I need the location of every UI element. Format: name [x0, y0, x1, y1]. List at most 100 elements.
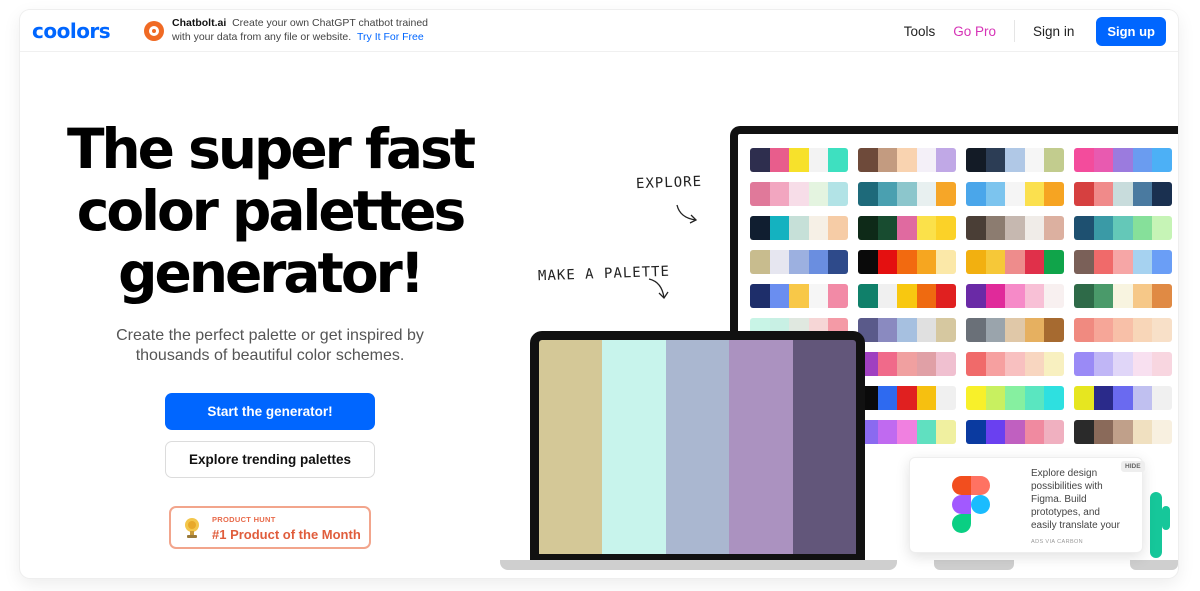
- palette-card[interactable]: [750, 284, 848, 308]
- color-swatch: [1005, 148, 1025, 172]
- color-swatch: [877, 318, 898, 342]
- palette-card[interactable]: [966, 386, 1064, 410]
- hide-ad-button[interactable]: HIDE: [1121, 461, 1145, 472]
- color-swatch: [1024, 250, 1045, 274]
- palette-card[interactable]: [966, 284, 1064, 308]
- color-swatch: [1093, 352, 1114, 376]
- palette-card[interactable]: [1074, 250, 1172, 274]
- nav-ad[interactable]: Chatbolt.ai Create your own ChatGPT chat…: [172, 16, 442, 44]
- color-swatch: [897, 148, 917, 172]
- palette-card[interactable]: [858, 352, 956, 376]
- ad-brand[interactable]: Chatbolt.ai: [172, 17, 226, 29]
- palette-card[interactable]: [1074, 352, 1172, 376]
- color-swatch: [1074, 318, 1094, 342]
- tools-menu[interactable]: Tools: [904, 24, 936, 39]
- sign-up-button[interactable]: Sign up: [1096, 16, 1166, 46]
- explore-trending-button[interactable]: Explore trending palettes: [165, 441, 375, 478]
- color-swatch: [877, 386, 898, 410]
- palette-card[interactable]: [858, 216, 956, 240]
- palette-card[interactable]: [1074, 182, 1172, 206]
- color-swatch: [897, 386, 917, 410]
- carbon-ad-via[interactable]: ADS VIA CARBON: [1031, 539, 1083, 545]
- coolors-logo[interactable]: coolors: [32, 19, 111, 43]
- color-swatch: [1132, 148, 1153, 172]
- device-base: [1130, 560, 1178, 570]
- palette-card[interactable]: [750, 250, 848, 274]
- color-swatch: [1024, 352, 1045, 376]
- palette-card[interactable]: [858, 420, 956, 444]
- color-swatch: [1093, 318, 1114, 342]
- palette-card[interactable]: [858, 318, 956, 342]
- color-swatch: [936, 352, 956, 376]
- sign-in-link[interactable]: Sign in: [1033, 24, 1074, 39]
- figma-logo-icon: [952, 476, 990, 533]
- color-swatch: [769, 148, 790, 172]
- color-swatch: [1093, 386, 1114, 410]
- color-swatch: [1113, 182, 1133, 206]
- palette-card[interactable]: [750, 182, 848, 206]
- color-swatch: [1093, 284, 1114, 308]
- color-swatch: [1024, 386, 1045, 410]
- color-swatch: [1113, 148, 1133, 172]
- color-swatch: [936, 318, 956, 342]
- palette-card[interactable]: [750, 148, 848, 172]
- palette-card[interactable]: [1074, 386, 1172, 410]
- color-swatch: [1024, 420, 1045, 444]
- carbon-ad[interactable]: Explore design possibilities with Figma.…: [909, 457, 1145, 553]
- color-swatch: [750, 216, 770, 240]
- color-swatch: [966, 420, 986, 444]
- color-swatch: [936, 216, 956, 240]
- color-swatch: [858, 148, 878, 172]
- color-swatch: [1152, 182, 1172, 206]
- color-swatch: [1152, 284, 1172, 308]
- palette-card[interactable]: [1074, 420, 1172, 444]
- palette-card[interactable]: [1074, 318, 1172, 342]
- ad-link[interactable]: Try It For Free: [357, 31, 424, 43]
- palette-card[interactable]: [966, 148, 1064, 172]
- color-swatch: [985, 284, 1006, 308]
- palette-card[interactable]: [966, 420, 1064, 444]
- color-swatch: [1005, 386, 1025, 410]
- carbon-ad-text[interactable]: Explore design possibilities with Figma.…: [1031, 467, 1121, 533]
- color-swatch: [1093, 182, 1114, 206]
- color-swatch: [877, 182, 898, 206]
- palette-card[interactable]: [1074, 148, 1172, 172]
- color-swatch: [1093, 216, 1114, 240]
- palette-card[interactable]: [858, 386, 956, 410]
- palette-card[interactable]: [966, 250, 1064, 274]
- product-hunt-badge[interactable]: PRODUCT HUNT #1 Product of the Month: [169, 506, 371, 549]
- color-swatch: [916, 420, 937, 444]
- go-pro-link[interactable]: Go Pro: [953, 24, 996, 39]
- color-swatch: [916, 182, 937, 206]
- palette-card[interactable]: [966, 182, 1064, 206]
- color-swatch: [897, 318, 917, 342]
- palette-card[interactable]: [858, 284, 956, 308]
- palette-card[interactable]: [858, 250, 956, 274]
- palette-card[interactable]: [1074, 284, 1172, 308]
- color-swatch: [966, 216, 986, 240]
- color-swatch: [966, 352, 986, 376]
- color-swatch: [1024, 182, 1045, 206]
- palette-card[interactable]: [966, 318, 1064, 342]
- color-swatch: [966, 148, 986, 172]
- color-swatch: [808, 216, 829, 240]
- color-swatch: [897, 182, 917, 206]
- start-generator-button[interactable]: Start the generator!: [165, 393, 375, 430]
- color-swatch: [897, 352, 917, 376]
- color-swatch: [750, 284, 770, 308]
- chatbolt-icon[interactable]: [144, 21, 164, 41]
- color-swatch: [789, 284, 809, 308]
- badge-title: #1 Product of the Month: [212, 527, 361, 542]
- palette-card[interactable]: [750, 216, 848, 240]
- palette-card[interactable]: [858, 182, 956, 206]
- palette-card[interactable]: [1074, 216, 1172, 240]
- make-palette-arrow-icon: [648, 278, 669, 300]
- color-swatch: [985, 318, 1006, 342]
- color-swatch: [1044, 284, 1064, 308]
- palette-card[interactable]: [966, 216, 1064, 240]
- color-swatch: [966, 386, 986, 410]
- color-swatch: [936, 386, 956, 410]
- color-swatch: [985, 352, 1006, 376]
- palette-card[interactable]: [858, 148, 956, 172]
- palette-card[interactable]: [966, 352, 1064, 376]
